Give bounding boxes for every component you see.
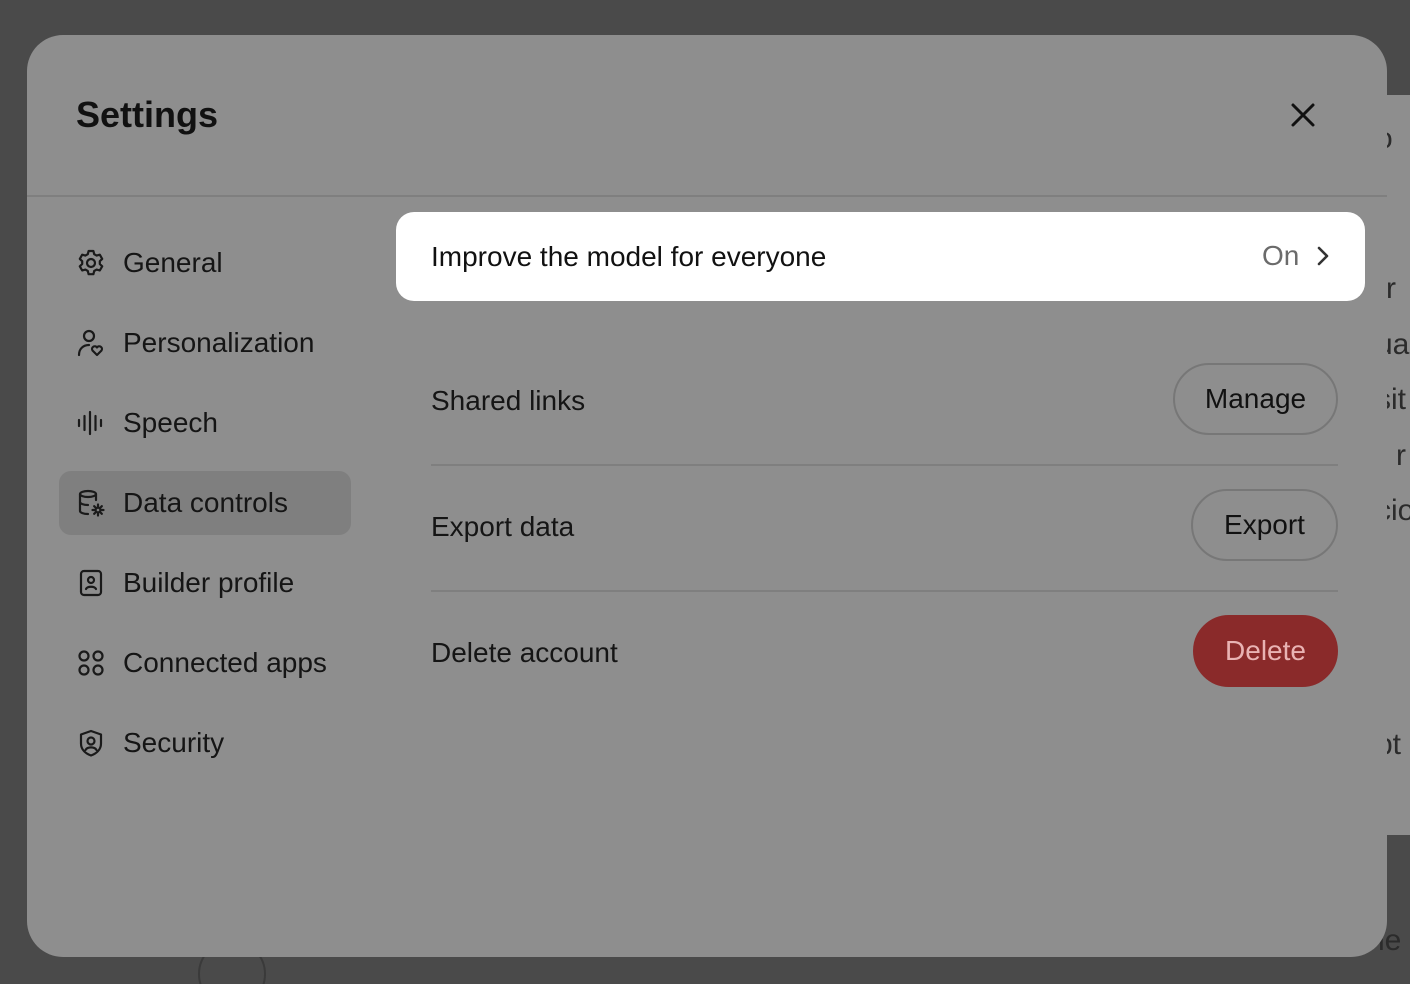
improve-model-row[interactable]: Improve the model for everyone On bbox=[396, 212, 1365, 301]
settings-modal: Settings General Personalization Speech … bbox=[27, 35, 1387, 957]
delete-button[interactable]: Delete bbox=[1193, 615, 1338, 687]
waveform-icon bbox=[75, 407, 107, 439]
export-button[interactable]: Export bbox=[1191, 489, 1338, 561]
sidebar-item-label: Speech bbox=[123, 407, 218, 438]
sidebar-item-label: Connected apps bbox=[123, 647, 327, 678]
sidebar-item-personalization[interactable]: Personalization bbox=[59, 311, 351, 375]
apps-grid-icon bbox=[75, 647, 107, 679]
sidebar-item-label: General bbox=[123, 247, 223, 278]
gear-icon bbox=[75, 247, 107, 279]
export-data-label: Export data bbox=[431, 511, 575, 542]
modal-title: Settings bbox=[76, 94, 219, 135]
improve-model-label: Improve the model for everyone bbox=[431, 241, 827, 272]
sidebar-item-builder-profile[interactable]: Builder profile bbox=[59, 551, 351, 615]
delete-account-row: Delete account Delete bbox=[431, 590, 1338, 716]
sidebar-item-general[interactable]: General bbox=[59, 231, 351, 295]
sidebar-item-label: Personalization bbox=[123, 327, 315, 358]
id-badge-icon bbox=[75, 567, 107, 599]
sidebar-item-label: Data controls bbox=[123, 487, 288, 518]
database-gear-icon bbox=[75, 487, 107, 519]
shared-links-label: Shared links bbox=[431, 385, 586, 416]
sidebar-item-label: Builder profile bbox=[123, 567, 295, 598]
shared-links-row: Shared links Manage bbox=[431, 338, 1338, 466]
sidebar-item-security[interactable]: Security bbox=[59, 711, 351, 775]
improve-model-value: On bbox=[1262, 240, 1300, 271]
delete-account-label: Delete account bbox=[431, 637, 618, 668]
sidebar-item-data-controls[interactable]: Data controls bbox=[59, 471, 351, 535]
close-button[interactable] bbox=[1281, 93, 1325, 137]
modal-header: Settings bbox=[27, 35, 1387, 197]
sidebar-item-label: Security bbox=[123, 727, 225, 758]
sidebar-item-speech[interactable]: Speech bbox=[59, 391, 351, 455]
sidebar-item-connected-apps[interactable]: Connected apps bbox=[59, 631, 351, 695]
background-text-fragment: r bbox=[1396, 439, 1406, 472]
person-heart-icon bbox=[75, 327, 107, 359]
manage-button[interactable]: Manage bbox=[1173, 363, 1338, 435]
shield-user-icon bbox=[75, 727, 107, 759]
export-data-row: Export data Export bbox=[431, 464, 1338, 592]
close-icon bbox=[1291, 103, 1315, 127]
chevron-right-icon bbox=[1317, 246, 1329, 266]
